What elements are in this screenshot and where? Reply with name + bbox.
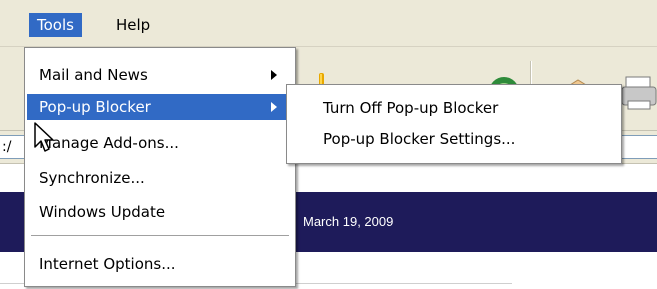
menu-item-label: Internet Options... — [39, 255, 176, 273]
menu-item-turn-off-popup-blocker[interactable]: Turn Off Pop-up Blocker — [289, 94, 619, 122]
menu-item-windows-update[interactable]: Windows Update — [27, 199, 293, 225]
menu-item-label: Manage Add-ons... — [39, 134, 179, 152]
menu-help[interactable]: Help — [108, 13, 158, 37]
menu-item-manage-addons[interactable]: Manage Add-ons... — [27, 130, 293, 156]
menu-item-internet-options[interactable]: Internet Options... — [27, 251, 293, 277]
menu-item-label: Turn Off Pop-up Blocker — [323, 99, 499, 117]
menu-item-label: Mail and News — [39, 66, 148, 84]
mouse-pointer-icon — [34, 122, 54, 158]
menu-item-label: Synchronize... — [39, 169, 145, 187]
menu-item-popup-blocker[interactable]: Pop-up Blocker — [27, 94, 293, 120]
menu-item-label: Pop-up Blocker Settings... — [323, 130, 516, 148]
popup-blocker-submenu: Turn Off Pop-up Blocker Pop-up Blocker S… — [286, 84, 622, 164]
menu-item-synchronize[interactable]: Synchronize... — [27, 165, 293, 191]
submenu-arrow-icon — [271, 70, 277, 80]
menu-item-popup-blocker-settings[interactable]: Pop-up Blocker Settings... — [289, 125, 619, 153]
menu-item-mail-and-news[interactable]: Mail and News — [27, 62, 293, 88]
submenu-arrow-icon — [271, 102, 277, 112]
address-text: :/ — [2, 139, 12, 155]
print-icon[interactable] — [621, 71, 657, 119]
menu-item-label: Windows Update — [39, 203, 166, 221]
banner-date: March 19, 2009 — [303, 214, 394, 229]
menu-bar: Tools Help — [0, 0, 657, 47]
menu-item-label: Pop-up Blocker — [39, 98, 151, 116]
menu-separator — [31, 235, 289, 237]
menu-tools[interactable]: Tools — [29, 13, 82, 37]
tools-menu: Mail and News Pop-up Blocker Manage Add-… — [24, 47, 296, 287]
